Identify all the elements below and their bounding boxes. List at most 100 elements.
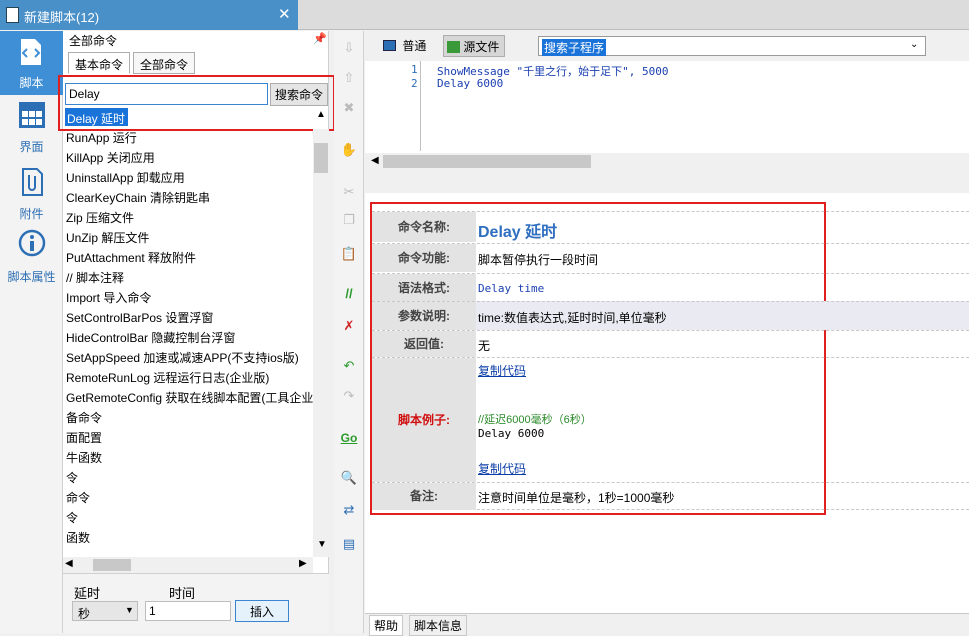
copy-code-link[interactable]: 复制代码: [478, 362, 526, 379]
grid-icon: [19, 102, 45, 128]
document-tabbar: 新建脚本(12) ✕: [0, 0, 969, 30]
cut-icon[interactable]: ✂: [340, 183, 358, 201]
search-result-label: Delay 延时: [67, 112, 126, 126]
search-input[interactable]: [65, 83, 268, 105]
help-row-note: 备注: 注意时间单位是毫秒，1秒=1000毫秒: [372, 482, 969, 510]
rail-item-properties[interactable]: 脚本属性: [0, 225, 63, 289]
subroutine-select[interactable]: 搜索子程序 ⌄: [538, 36, 926, 56]
tab-all-commands[interactable]: 全部命令: [133, 52, 196, 74]
scroll-left-icon[interactable]: ◀: [65, 558, 73, 569]
rail-label: 附件: [19, 207, 44, 221]
command-list-item[interactable]: Import 导入命令: [66, 289, 151, 306]
rail-label: 脚本属性: [7, 270, 56, 284]
command-list-item[interactable]: UninstallApp 卸载应用: [66, 169, 185, 186]
command-list-item[interactable]: 函数: [66, 529, 90, 546]
script-icon: [21, 39, 41, 65]
command-list-item[interactable]: 命令: [66, 489, 90, 506]
rail-item-attachment[interactable]: 附件: [0, 162, 63, 226]
help-row-syntax: 语法格式: Delay time: [372, 273, 969, 302]
command-list-item[interactable]: 备命令: [66, 409, 102, 426]
help-row-params: 参数说明: time:数值表达式,延时时间,单位毫秒: [372, 301, 969, 330]
copy-icon[interactable]: ❐: [340, 211, 358, 229]
code-line[interactable]: Delay 6000: [437, 77, 503, 90]
comment-icon[interactable]: //: [340, 285, 358, 303]
goto-icon[interactable]: Go: [340, 429, 358, 447]
command-list-item[interactable]: PutAttachment 释放附件: [66, 249, 196, 266]
find-icon[interactable]: 🔍: [340, 469, 358, 487]
rail-item-ui[interactable]: 界面: [0, 95, 63, 159]
scroll-down-icon[interactable]: ▼: [317, 539, 327, 550]
pin-icon[interactable]: 📌: [313, 32, 327, 45]
document-tab[interactable]: 新建脚本(12) ✕: [0, 0, 298, 30]
paste-icon[interactable]: 📋: [340, 245, 358, 263]
command-list-hscrollbar[interactable]: ◀ ▶: [63, 557, 313, 573]
command-list-item[interactable]: 牛函数: [66, 449, 102, 466]
command-list-item[interactable]: // 脚本注释: [66, 269, 124, 286]
editor-hscrollbar[interactable]: ◀: [365, 153, 969, 170]
unit-select[interactable]: 秒 ▼: [72, 601, 138, 621]
insert-button[interactable]: 插入: [235, 600, 289, 622]
view-tab-normal[interactable]: 普通: [383, 37, 426, 57]
command-list-item[interactable]: RunApp 运行: [66, 129, 137, 146]
tab-basic-commands[interactable]: 基本命令: [68, 52, 131, 74]
normal-view-icon: [383, 40, 396, 51]
view-tab-normal-label: 普通: [402, 39, 427, 53]
rail-item-script[interactable]: 脚本: [0, 31, 63, 95]
undo-icon[interactable]: ↶: [340, 357, 358, 375]
help-label: 语法格式:: [372, 274, 476, 302]
line-number: 1: [411, 63, 418, 76]
chevron-down-icon: ▼: [125, 605, 134, 615]
command-list-item[interactable]: ClearKeyChain 清除钥匙串: [66, 189, 210, 206]
unit-select-value: 秒: [78, 607, 91, 621]
view-tab-source[interactable]: 源文件: [443, 35, 505, 57]
command-list-item[interactable]: KillApp 关闭应用: [66, 149, 155, 166]
help-label: 脚本例子:: [372, 358, 476, 482]
copy-code-link[interactable]: 复制代码: [478, 460, 526, 477]
hand-icon[interactable]: ✋: [340, 141, 358, 159]
left-rail: 脚本 界面 附件 脚本属性: [0, 31, 63, 633]
help-row-function: 命令功能: 脚本暂停执行一段时间: [372, 243, 969, 272]
time-input[interactable]: [145, 601, 231, 621]
help-panel: 命令名称: Delay 延时 命令功能: 脚本暂停执行一段时间 语法格式: De…: [365, 193, 969, 613]
command-list-vscrollbar[interactable]: ▼: [313, 129, 329, 557]
redo-icon[interactable]: ↷: [340, 387, 358, 405]
param-label-delay: 延时: [74, 586, 101, 601]
command-list-item[interactable]: UnZip 解压文件: [66, 229, 149, 246]
command-list-item[interactable]: RemoteRunLog 远程运行日志(企业版): [66, 369, 269, 386]
subroutine-select-value: 搜索子程序: [542, 39, 607, 56]
delete-icon[interactable]: ✖: [340, 99, 358, 117]
info-icon: [18, 229, 46, 257]
move-up-icon[interactable]: ⇧: [340, 69, 358, 87]
close-tab-icon[interactable]: ✕: [278, 5, 291, 23]
panel-title: 全部命令: [69, 34, 118, 48]
editor-toolbar: 普通 源文件 搜索子程序 ⌄: [365, 31, 969, 61]
scrollbar-thumb[interactable]: [314, 143, 328, 173]
param-label-time: 时间: [169, 586, 196, 601]
command-list-item[interactable]: HideControlBar 隐藏控制台浮窗: [66, 329, 235, 346]
result-scroll-up-icon[interactable]: ▲: [316, 109, 326, 120]
command-list-item[interactable]: GetRemoteConfig 获取在线脚本配置(工具企业版): [66, 389, 313, 406]
search-result-item[interactable]: Delay 延时: [65, 108, 128, 126]
uncomment-icon[interactable]: ✗: [340, 317, 358, 335]
scroll-right-icon[interactable]: ▶: [299, 558, 307, 569]
document-icon: [6, 7, 19, 23]
move-down-icon[interactable]: ⇩: [340, 39, 358, 57]
rail-label: 界面: [19, 140, 44, 154]
scrollbar-thumb[interactable]: [93, 559, 131, 571]
command-list-item[interactable]: Zip 压缩文件: [66, 209, 134, 226]
properties-icon[interactable]: ▤: [340, 535, 358, 553]
replace-icon[interactable]: ⇄: [340, 501, 358, 519]
command-list-item[interactable]: 令: [66, 509, 78, 526]
command-panel: 全部命令 📌 基本命令 全部命令 搜索命令 Delay 延时 ▲ RunApp …: [58, 31, 335, 633]
code-editor[interactable]: 1 2 ShowMessage "千里之行，始于足下", 5000 Delay …: [365, 61, 969, 170]
command-list-item[interactable]: 令: [66, 469, 78, 486]
command-name: Delay 延时: [478, 224, 558, 241]
vertical-toolbar: ⇩ ⇧ ✖ ✋ ✂ ❐ 📋 // ✗ ↶ ↷ Go 🔍 ⇄ ▤: [334, 31, 364, 633]
search-command-button[interactable]: 搜索命令: [270, 83, 328, 106]
command-list: RunApp 运行 KillApp 关闭应用 UninstallApp 卸载应用 Cl…: [63, 129, 313, 549]
command-list-item[interactable]: SetAppSpeed 加速或减速APP(不支持ios版): [66, 349, 299, 366]
scrollbar-thumb[interactable]: [383, 155, 591, 168]
command-list-item[interactable]: 面配置: [66, 429, 102, 446]
scroll-left-icon[interactable]: ◀: [371, 155, 379, 166]
command-list-item[interactable]: SetControlBarPos 设置浮窗: [66, 309, 213, 326]
